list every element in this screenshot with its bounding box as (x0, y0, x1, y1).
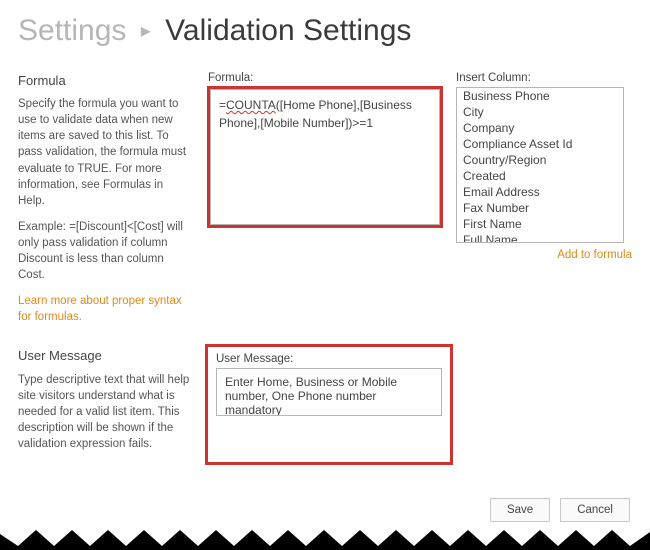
column-option[interactable]: City (457, 104, 623, 120)
formula-label: Formula: (208, 72, 442, 84)
insert-column-label: Insert Column: (456, 72, 632, 84)
user-message-label: User Message: (216, 353, 442, 365)
column-option[interactable]: Full Name (457, 232, 623, 243)
add-to-formula-link[interactable]: Add to formula (557, 249, 632, 261)
column-option[interactable]: Business Phone (457, 88, 623, 104)
column-option[interactable]: Country/Region (457, 152, 623, 168)
column-option[interactable]: Created (457, 168, 623, 184)
formula-desc-1: Specify the formula you want to use to v… (18, 96, 192, 209)
user-message-desc: Type descriptive text that will help sit… (18, 372, 192, 452)
insert-column-listbox[interactable]: Business PhoneCityCompanyCompliance Asse… (456, 87, 624, 243)
settings-link[interactable]: Settings (18, 14, 126, 47)
formula-highlight: =COUNTA([Home Phone],[Business Phone],[M… (208, 87, 442, 227)
formula-heading: Formula (18, 72, 192, 90)
user-message-heading: User Message (18, 347, 192, 365)
jagged-edge-decoration (0, 520, 650, 550)
column-option[interactable]: First Name (457, 216, 623, 232)
formula-input[interactable]: =COUNTA([Home Phone],[Business Phone],[M… (210, 89, 440, 225)
user-message-input[interactable] (216, 368, 442, 416)
cancel-button[interactable]: Cancel (560, 498, 630, 522)
syntax-help-link[interactable]: Learn more about proper syntax for formu… (18, 293, 192, 325)
save-button[interactable]: Save (490, 498, 550, 522)
column-option[interactable]: Fax Number (457, 200, 623, 216)
page-title: Validation Settings (165, 14, 411, 47)
formula-desc-2: Example: =[Discount]<[Cost] will only pa… (18, 219, 192, 283)
user-message-highlight: User Message: (208, 347, 450, 462)
column-option[interactable]: Company (457, 120, 623, 136)
column-option[interactable]: Email Address (457, 184, 623, 200)
breadcrumb: Settings ▸ Validation Settings (18, 14, 632, 48)
chevron-right-icon: ▸ (141, 20, 151, 42)
column-option[interactable]: Compliance Asset Id (457, 136, 623, 152)
